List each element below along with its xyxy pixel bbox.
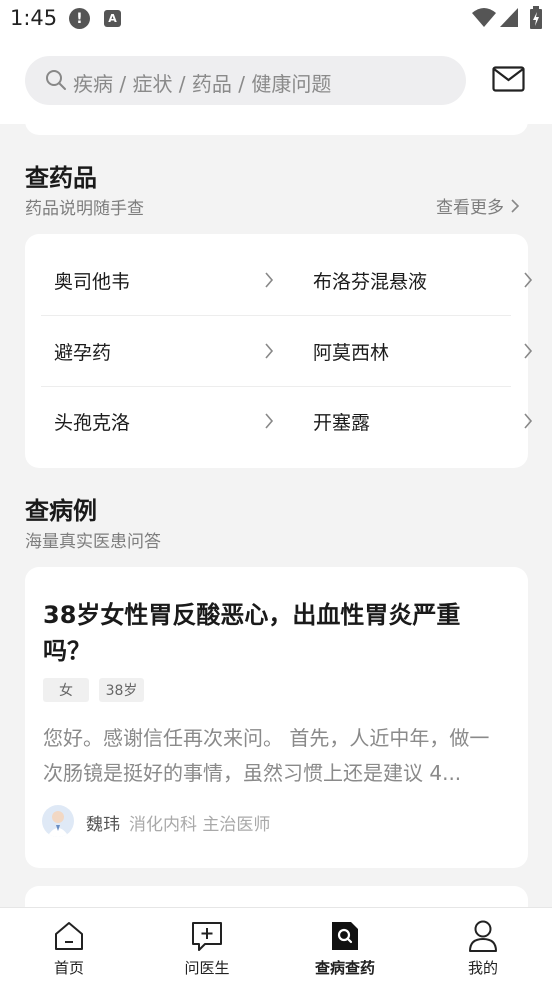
case-card[interactable]: 38岁女性胃反酸恶心，出血性胃炎严重吗？ 女 38岁 您好。感谢信任再次来问。 … xyxy=(25,567,528,868)
mail-icon[interactable] xyxy=(492,66,525,92)
case-answer-excerpt: 您好。感谢信任再次来问。 首先，人近中年，做一次肠镜是挺好的事情，虽然习惯上还是… xyxy=(43,726,490,785)
status-time: 1:45 xyxy=(10,6,58,30)
nav-label: 我的 xyxy=(467,959,498,977)
nav-ask-doctor[interactable]: 问医生 xyxy=(157,908,257,983)
search-icon xyxy=(46,70,66,90)
status-bar: 1:45 ! A xyxy=(0,0,552,38)
nav-search-disease[interactable]: 查病查药 xyxy=(295,908,395,983)
nav-profile[interactable]: 我的 xyxy=(433,908,533,983)
home-icon xyxy=(55,922,83,950)
previous-card-tail xyxy=(25,118,528,135)
drug-label: 开塞露 xyxy=(313,411,371,434)
battery-icon xyxy=(530,6,542,29)
drug-item[interactable]: 开塞露 xyxy=(313,386,533,456)
chevron-right-icon xyxy=(524,272,533,288)
drug-label: 阿莫西林 xyxy=(313,341,390,364)
drugs-section-subtitle: 药品说明随手查 xyxy=(25,199,144,219)
search-disease-icon xyxy=(332,922,358,950)
nav-home[interactable]: 首页 xyxy=(19,908,119,983)
chevron-right-icon xyxy=(524,343,533,359)
chevron-right-icon xyxy=(265,343,274,359)
signal-icon xyxy=(500,8,518,27)
alert-icon: ! xyxy=(69,8,90,29)
chevron-right-icon xyxy=(511,198,520,213)
nav-label: 首页 xyxy=(53,959,84,977)
profile-icon xyxy=(469,920,497,952)
a-icon: A xyxy=(104,10,121,27)
chevron-right-icon xyxy=(265,272,274,288)
nav-label: 问医生 xyxy=(184,959,230,977)
cases-section-subtitle: 海量真实医患问答 xyxy=(25,532,161,552)
doctor-name: 魏玮 xyxy=(86,815,120,835)
case-title: 38岁女性胃反酸恶心，出血性胃炎严重吗？ xyxy=(43,601,461,665)
ask-doctor-icon xyxy=(192,922,222,951)
drug-item[interactable]: 头孢克洛 xyxy=(54,386,274,456)
drug-label: 布洛芬混悬液 xyxy=(313,270,428,293)
bottom-nav: 首页 问医生 查病查药 我的 xyxy=(0,907,552,983)
search-placeholder: 疾病 / 症状 / 药品 / 健康问题 xyxy=(73,72,332,96)
doctor-department: 消化内科 主治医师 xyxy=(129,815,271,835)
drug-item[interactable]: 阿莫西林 xyxy=(313,316,533,386)
drug-list-card: 奥司他韦 布洛芬混悬液 避孕药 阿莫西林 头孢克洛 开塞露 xyxy=(25,234,533,468)
tag-age: 38岁 xyxy=(99,678,144,702)
tag-gender: 女 xyxy=(43,678,89,702)
drugs-section-title: 查药品 xyxy=(25,164,97,192)
drug-label: 奥司他韦 xyxy=(54,270,131,293)
chevron-right-icon xyxy=(265,413,274,429)
cases-section-title: 查病例 xyxy=(25,497,97,525)
see-more-label: 查看更多 xyxy=(436,198,504,218)
drug-label: 避孕药 xyxy=(54,341,112,364)
drug-item[interactable]: 布洛芬混悬液 xyxy=(313,245,533,315)
drug-item[interactable]: 奥司他韦 xyxy=(54,245,274,315)
nav-label: 查病查药 xyxy=(314,959,375,977)
header: 疾病 / 症状 / 药品 / 健康问题 xyxy=(0,38,552,124)
chevron-right-icon xyxy=(524,413,533,429)
drug-item[interactable]: 避孕药 xyxy=(54,316,274,386)
see-more-link[interactable]: 查看更多 xyxy=(436,193,520,218)
drug-label: 头孢克洛 xyxy=(54,411,131,434)
search-input[interactable]: 疾病 / 症状 / 药品 / 健康问题 xyxy=(25,56,466,105)
doctor-avatar xyxy=(42,805,74,837)
wifi-icon xyxy=(472,8,496,27)
